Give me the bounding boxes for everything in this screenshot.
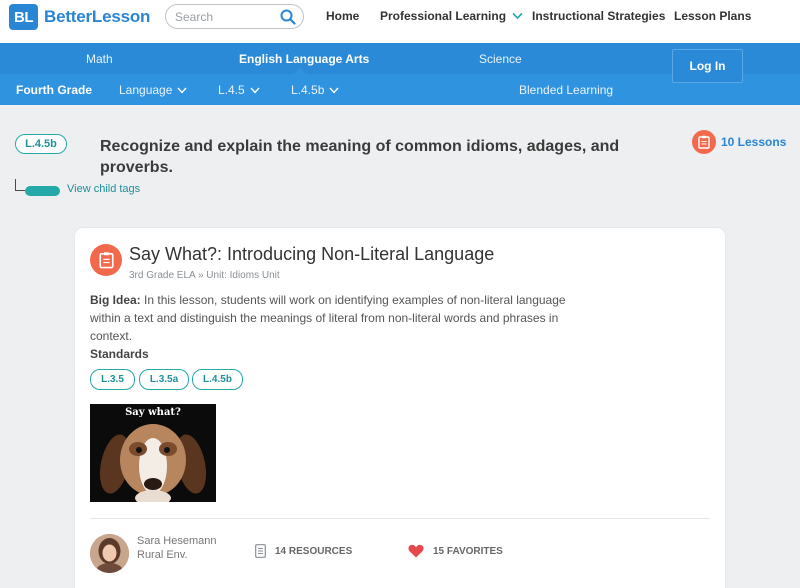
breadcrumb-blended-learning[interactable]: Blended Learning [519, 83, 613, 97]
favorites-count-label: 15 FAVORITES [433, 545, 503, 557]
lessons-count: 10 Lessons [721, 135, 787, 149]
chevron-down-icon [250, 87, 260, 94]
nav-professional-learning-label: Professional Learning [380, 9, 507, 23]
lesson-icon-circle [692, 130, 716, 154]
big-idea: Big Idea: In this lesson, students will … [90, 291, 590, 345]
author-photo [90, 534, 129, 573]
standard-title: Recognize and explain the meaning of com… [100, 138, 620, 176]
subject-english-language-arts[interactable]: English Language Arts [239, 52, 369, 66]
standard-tag[interactable]: L.4.5b [15, 134, 67, 154]
active-subject-indicator [294, 68, 306, 74]
nav-professional-learning[interactable]: Professional Learning [380, 9, 523, 23]
heart-icon[interactable] [408, 544, 424, 558]
chevron-down-icon [512, 12, 523, 20]
nav-lesson-plans[interactable]: Lesson Plans [674, 9, 751, 23]
nav-home[interactable]: Home [326, 9, 359, 23]
chevron-down-icon [329, 87, 339, 94]
breadcrumb-language-label: Language [119, 83, 173, 97]
lesson-grade[interactable]: 3rd Grade ELA [129, 270, 195, 281]
breadcrumb-l45-label: L.4.5 [218, 83, 245, 97]
lesson-card[interactable]: Say What?: Introducing Non-Literal Langu… [75, 228, 725, 588]
resources-count-label: 14 RESOURCES [275, 545, 353, 557]
breadcrumb-language[interactable]: Language [119, 83, 187, 97]
search-box [165, 4, 304, 29]
breadcrumb-l45b[interactable]: L.4.5b [291, 83, 339, 97]
avatar[interactable] [90, 534, 129, 573]
child-tags-connector [15, 179, 25, 191]
child-tags-pill[interactable] [25, 186, 60, 196]
login-button[interactable]: Log In [672, 49, 743, 83]
lesson-unit[interactable]: Idioms Unit [230, 270, 280, 281]
standard-tag-l35[interactable]: L.3.5 [90, 369, 135, 390]
view-child-tags-link[interactable]: View child tags [67, 183, 140, 195]
lesson-title[interactable]: Say What?: Introducing Non-Literal Langu… [129, 244, 494, 265]
lesson-thumbnail[interactable]: Say what? [90, 404, 216, 502]
clipboard-icon [98, 252, 114, 269]
search-input[interactable] [175, 8, 275, 26]
card-divider [90, 518, 710, 519]
lesson-unit-prefix: Unit: [206, 270, 227, 281]
chevron-down-icon [177, 87, 187, 94]
logo-mark[interactable]: BL [9, 4, 38, 30]
top-header: BL BetterLesson Home Professional Learni… [0, 0, 800, 43]
big-idea-label: Big Idea: [90, 293, 141, 307]
clipboard-icon [698, 135, 710, 149]
nav-instructional-strategies[interactable]: Instructional Strategies [532, 9, 665, 23]
dog-image [99, 424, 207, 502]
breadcrumb-grade[interactable]: Fourth Grade [16, 83, 92, 97]
author-school: Rural Env. [137, 549, 188, 561]
standard-tag-l45b[interactable]: L.4.5b [192, 369, 243, 390]
search-icon[interactable] [280, 9, 296, 25]
lesson-context: 3rd Grade ELA » Unit: Idioms Unit [129, 270, 280, 281]
author-name[interactable]: Sara Hesemann [137, 535, 217, 547]
standard-tag-l35a[interactable]: L.3.5a [139, 369, 189, 390]
document-icon [255, 544, 266, 558]
lesson-icon-circle [90, 244, 122, 276]
logo-text[interactable]: BetterLesson [44, 7, 150, 27]
subject-science[interactable]: Science [479, 52, 522, 66]
big-idea-text: In this lesson, students will work on id… [90, 293, 566, 343]
breadcrumb-l45[interactable]: L.4.5 [218, 83, 260, 97]
subject-math[interactable]: Math [86, 52, 113, 66]
lessons-count-badge[interactable]: 10 Lessons [692, 130, 786, 154]
favorites-count[interactable]: 15 FAVORITES [408, 544, 503, 558]
resources-count[interactable]: 14 RESOURCES [255, 544, 352, 558]
standards-label: Standards [90, 347, 149, 361]
breadcrumb-l45b-label: L.4.5b [291, 83, 325, 97]
